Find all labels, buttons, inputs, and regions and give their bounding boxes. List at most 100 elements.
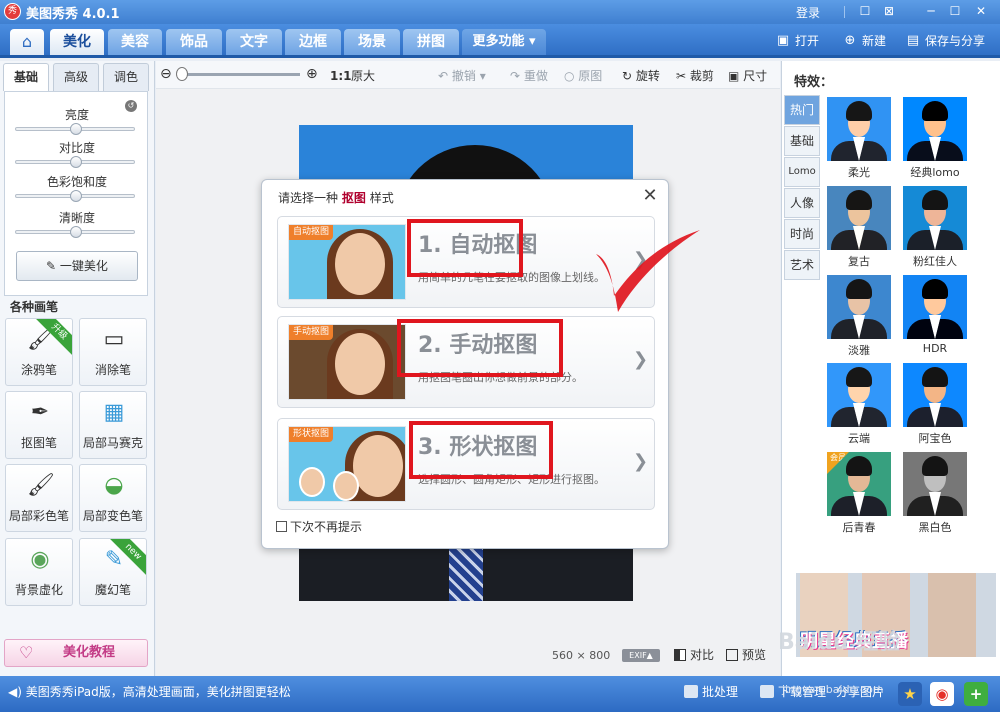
crop-button[interactable]: ✂ 裁剪 [676,68,714,84]
checkbox-box[interactable] [276,521,287,532]
resize-button[interactable]: ▣ 尺寸 [728,68,767,84]
home-icon[interactable]: ⌂ [10,29,44,55]
eraser-brush-button[interactable]: ▭ 消除笔 [79,318,147,386]
bucket-icon: ◒ [104,473,124,498]
close-icon[interactable]: ✕ [972,3,990,20]
thumb-hair [846,279,872,299]
beautify-tutorial-button[interactable]: ♡ 美化教程 [4,639,148,667]
fx-tab-basic[interactable]: 基础 [784,126,820,156]
tab-beautify[interactable]: 美化 [50,29,104,55]
login-link[interactable]: 登录 [796,4,820,21]
status-message[interactable]: ◀) 美图秀秀iPad版，高清处理画面，美化拼图更轻松 [8,684,291,700]
tab-basic[interactable]: 基础 [3,63,49,91]
new-button[interactable]: ⊕ 新建 [842,33,886,49]
slider-knob[interactable] [70,226,82,238]
cutout-brush-button[interactable]: ✒ 抠图笔 [5,391,73,459]
effect-classic-lomo[interactable]: 经典lomo [903,97,967,179]
effect-soft-light[interactable]: 柔光 [827,97,891,179]
batch-process-button[interactable]: 批处理 [684,684,738,700]
tab-advanced[interactable]: 高级 [53,63,99,91]
zoom-knob[interactable] [176,67,188,81]
effect-elegant[interactable]: 淡雅 [827,275,891,357]
fx-tab-lomo[interactable]: Lomo [784,157,820,187]
effect-abao-color[interactable]: 阿宝色 [903,363,967,445]
save-share-button[interactable]: ▤ 保存与分享 [905,33,985,49]
main-nav: ⌂ 美化 美容 饰品 文字 边框 场景 拼图 更多功能 ▾ ▣ 打开 ⊕ 新建 … [0,24,1000,58]
zoom-out-icon[interactable]: ⊖ [160,66,172,82]
manual-cutout-option[interactable]: 手动抠图 2. 手动抠图 用抠图笔圈出你想做前景的部分。 ❯ [277,316,655,408]
zoom-slider[interactable] [176,67,300,81]
feedback-icon[interactable]: ☐ [856,3,874,20]
original-image-button[interactable]: ○ 原图 [564,68,602,84]
skin-icon[interactable]: ⊠ [880,3,898,20]
tab-color-tone[interactable]: 调色 [103,63,149,91]
original-size-button[interactable]: 原大 [351,68,375,84]
adjust-tabs: 基础 高级 调色 [3,63,151,91]
saturation-slider[interactable] [15,190,135,202]
rotate-button[interactable]: ↻ 旋转 [622,68,660,84]
edit-toolbar: ⊖ ⊕ 1:1 原大 ↶ 撤销 ▾ ↷ 重做 ○ 原图 ↻ 旋转 ✂ 裁剪 ▣ … [156,61,780,89]
minimize-icon[interactable]: ─ [922,3,940,20]
shape-cutout-option[interactable]: 形状抠图 3. 形状抠图 选择圆形、圆角矩形、矩形进行抠图。 ❯ [277,418,655,510]
effect-hdr[interactable]: HDR [903,275,967,357]
slider-knob[interactable] [70,190,82,202]
one-key-beautify-button[interactable]: ✎ 一键美化 [16,251,138,281]
tab-border[interactable]: 边框 [285,29,341,55]
brightness-slider[interactable] [15,123,135,135]
tab-scene[interactable]: 场景 [344,29,400,55]
effect-pink-lady[interactable]: 粉红佳人 [903,186,967,268]
mosaic-brush-button[interactable]: ▦ 局部马赛克 [79,391,147,459]
tab-text[interactable]: 文字 [226,29,282,55]
ratio-button[interactable]: 1:1 [330,68,352,84]
sharpness-slider[interactable] [15,226,135,238]
dont-show-label: 下次不再提示 [290,520,363,534]
effect-post-youth[interactable]: 会员 后青春 [827,452,891,534]
effect-black-white[interactable]: 黑白色 [903,452,967,534]
effect-thumbnail [827,363,891,427]
effect-vintage[interactable]: 复古 [827,186,891,268]
fx-tab-fashion[interactable]: 时尚 [784,219,820,249]
effect-thumbnail [903,186,967,250]
add-green-icon[interactable]: + [964,682,988,706]
preview-button[interactable]: 预览 [726,647,766,663]
thumb-hair [846,190,872,210]
image-width: 560 [552,649,573,662]
tool-label: 局部彩色笔 [8,509,69,523]
one-key-label: 一键美化 [59,259,108,273]
weibo-icon[interactable]: ◉ [930,682,954,706]
maximize-icon[interactable]: ☐ [946,3,964,20]
exif-button[interactable]: EXIF▲ [622,649,660,662]
slider-knob[interactable] [70,156,82,168]
slider-knob[interactable] [70,123,82,135]
fx-tab-art[interactable]: 艺术 [784,250,820,280]
zoom-in-icon[interactable]: ⊕ [306,66,318,82]
magic-wand-icon: ✎ [46,259,60,273]
background-blur-button[interactable]: ◉ 背景虚化 [5,538,73,606]
tab-more-features[interactable]: 更多功能 ▾ [462,29,546,55]
redo-button[interactable]: ↷ 重做 [510,68,548,84]
recolor-brush-button[interactable]: ◒ 局部变色笔 [79,464,147,532]
dialog-close-icon[interactable]: ✕ [640,186,660,206]
undo-button[interactable]: ↶ 撤销 ▾ [438,68,486,84]
open-button[interactable]: ▣ 打开 [775,33,819,49]
effect-cloud[interactable]: 云端 [827,363,891,445]
effects-panel: 特效： 热门 基础 Lomo 人像 时尚 艺术 柔光 经典lomo 复古 粉红佳… [781,61,1000,676]
thumb-hair [922,279,948,299]
fx-tab-hot[interactable]: 热门 [784,95,820,125]
app-logo-icon: 秀 [4,3,21,20]
tool-label: 涂鸦笔 [20,363,57,377]
tab-face[interactable]: 美容 [108,29,162,55]
original-icon: ○ [564,69,579,83]
doodle-brush-button[interactable]: 🖌 升级 涂鸦笔 [5,318,73,386]
blur-icon: ◉ [30,547,50,572]
tab-collage[interactable]: 拼图 [403,29,459,55]
contrast-slider[interactable] [15,156,135,168]
tab-accessories[interactable]: 饰品 [166,29,222,55]
compare-button[interactable]: 对比 [674,647,714,663]
magic-brush-button[interactable]: ✎ new 魔幻笔 [79,538,147,606]
color-brush-button[interactable]: 🖌 局部彩色笔 [5,464,73,532]
tool-label: 背景虚化 [14,583,63,597]
fx-tab-portrait[interactable]: 人像 [784,188,820,218]
star-icon[interactable]: ★ [898,682,922,706]
dont-show-again-checkbox[interactable]: 下次不再提示 [276,520,362,534]
